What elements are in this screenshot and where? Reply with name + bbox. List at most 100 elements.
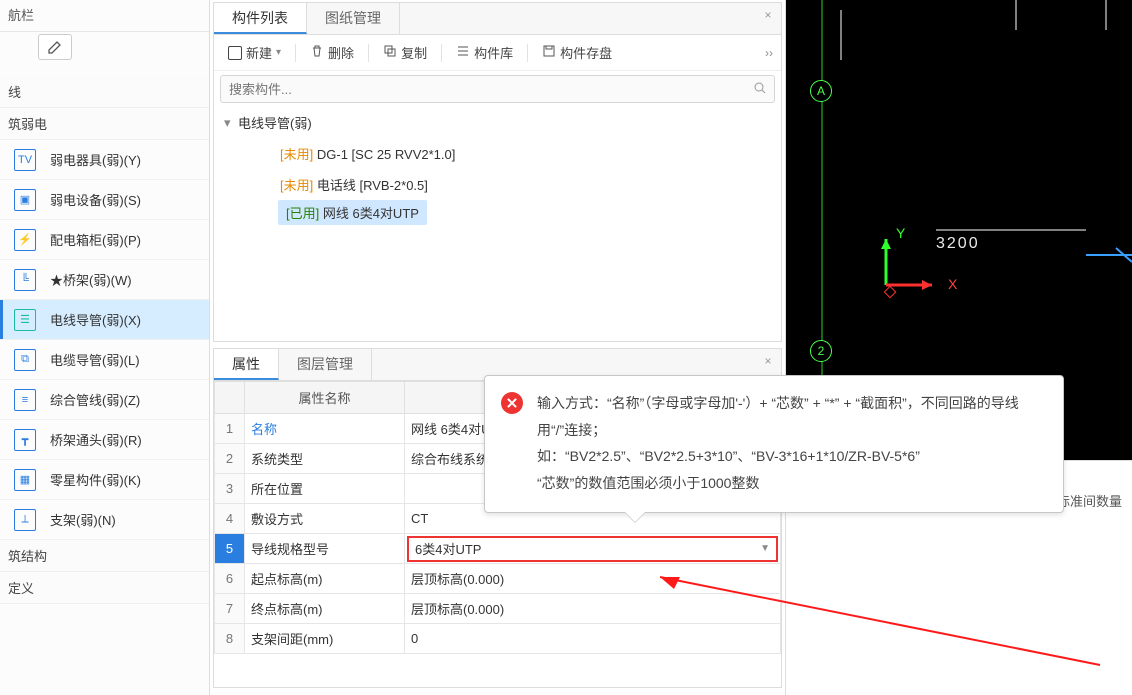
nav-item-label: 弱电设备(弱)(S) — [50, 190, 141, 209]
prop-row-name: 名称 — [245, 414, 405, 444]
search-icon[interactable] — [746, 81, 774, 98]
prop-row-idx: 3 — [215, 474, 245, 504]
lib-button[interactable]: 构件库 — [450, 40, 519, 65]
axis-y-label: Y — [896, 225, 905, 241]
combo-value: 6类4对UTP — [415, 539, 481, 558]
nav-item-label: ★桥架(弱)(W) — [50, 270, 132, 289]
nav-item-label: 电线导管(弱)(X) — [50, 310, 141, 329]
prop-row-idx: 2 — [215, 444, 245, 474]
nav-list: TV 弱电器具(弱)(Y) ▣ 弱电设备(弱)(S) ⚡配电箱柜(弱)(P) ╚ ★桥架(弱… — [0, 140, 209, 540]
prop-row-name: 终点标高(m) — [245, 594, 405, 624]
component-list-panel: × 构件列表 图纸管理 新建 ▾ 删除 复制 — [213, 2, 782, 342]
prop-row-value[interactable]: 0 — [405, 624, 781, 654]
nav-item-label: 综合管线(弱)(Z) — [50, 390, 140, 409]
prop-row-name: 敷设方式 — [245, 504, 405, 534]
combo-highlight[interactable]: 6类4对UTP ▼ — [407, 536, 778, 562]
tab-properties[interactable]: 属性 — [214, 349, 279, 380]
nav-item-icon: ⟂ — [14, 509, 36, 531]
component-toolbar: 新建 ▾ 删除 复制 构件库 — [214, 35, 781, 71]
save-button[interactable]: 构件存盘 — [536, 40, 618, 65]
prop-row-name: 所在位置 — [245, 474, 405, 504]
close-icon[interactable]: × — [761, 355, 775, 369]
tree-item-name: 网线 6类4对UTP — [323, 206, 419, 221]
tree-root[interactable]: ▾ 电线导管(弱) [未用] DG-1 [SC 25 RVV2*1.0][未用]… — [238, 113, 775, 225]
tab-layer-manage[interactable]: 图层管理 — [279, 349, 372, 380]
chevron-down-icon: ▾ — [276, 47, 281, 58]
prop-row-value[interactable]: 层顶标高(0.000) — [405, 594, 781, 624]
tree-item-tag: [未用] — [280, 147, 313, 162]
nav-item-icon: ▣ — [14, 189, 36, 211]
tooltip-line1: 输入方式：“名称”（字母或字母加'-'）+ “芯数” + “*” + “截面积”… — [537, 390, 1043, 443]
list-icon — [456, 44, 470, 61]
tree-item[interactable]: [已用] 网线 6类4对UTP — [278, 200, 427, 225]
dimension-text: 3200 — [936, 235, 980, 253]
tooltip-line3: “芯数”的数值范围必须小于1000整数 — [537, 470, 1043, 497]
tree-item[interactable]: [未用] 电话线 [RVB-2*0.5] — [278, 169, 775, 200]
tab-drawing-manage[interactable]: 图纸管理 — [307, 3, 400, 34]
save-icon — [542, 44, 556, 61]
nav-section-weak[interactable]: 筑弱电 — [0, 108, 209, 140]
nav-section-def[interactable]: 定义 — [0, 572, 209, 604]
prop-row-name: 起点标高(m) — [245, 564, 405, 594]
sidebar-item[interactable]: ▦ 零星构件(弱)(K) — [0, 460, 209, 500]
nav-item-icon: ┳ — [14, 429, 36, 451]
nav-item-icon: ▦ — [14, 469, 36, 491]
prop-row-value[interactable]: 层顶标高(0.000) — [405, 564, 781, 594]
nav-item-icon: ☰ — [14, 309, 36, 331]
prop-row-idx: 7 — [215, 594, 245, 624]
nav-item-icon: TV — [14, 149, 36, 171]
tree-item-tag: [未用] — [280, 178, 313, 193]
caret-down-icon: ▾ — [224, 115, 231, 131]
sidebar-item[interactable]: ┳桥架通头(弱)(R) — [0, 420, 209, 460]
nav-item-label: 零星构件(弱)(K) — [50, 470, 141, 489]
prop-row[interactable]: 5导线规格型号6类4对UTP▼ — [215, 534, 781, 564]
nav-section-struct[interactable]: 筑结构 — [0, 540, 209, 572]
right-header-label: 标准间数量 — [1057, 491, 1122, 510]
close-icon[interactable]: × — [761, 9, 775, 23]
col-idx — [215, 382, 245, 414]
col-attr-name: 属性名称 — [245, 382, 405, 414]
sidebar-item[interactable]: ⚡配电箱柜(弱)(P) — [0, 220, 209, 260]
toolbar-expand-icon[interactable]: ›› — [765, 46, 773, 60]
prop-row-name: 系统类型 — [245, 444, 405, 474]
tab-component-list[interactable]: 构件列表 — [214, 3, 307, 34]
sidebar-item[interactable]: ⧉电缆导管(弱)(L) — [0, 340, 209, 380]
prop-row-name: 导线规格型号 — [245, 534, 405, 564]
new-button[interactable]: 新建 ▾ — [222, 40, 287, 65]
nav-item-icon: ╚ — [14, 269, 36, 291]
search-input[interactable] — [221, 82, 746, 97]
nav-item-label: 支架(弱)(N) — [50, 510, 116, 529]
nav-item-icon: ≡ — [14, 389, 36, 411]
prop-row-value[interactable]: 6类4对UTP ▼ — [405, 534, 781, 564]
component-tabs: 构件列表 图纸管理 — [214, 3, 781, 35]
copy-icon — [383, 44, 397, 61]
tree-item-name: 电话线 [RVB-2*0.5] — [317, 178, 428, 193]
tree-item[interactable]: [未用] DG-1 [SC 25 RVV2*1.0] — [278, 138, 775, 169]
component-tree: ▾ 电线导管(弱) [未用] DG-1 [SC 25 RVV2*1.0][未用]… — [214, 107, 781, 235]
edit-button[interactable] — [38, 34, 72, 60]
delete-button[interactable]: 删除 — [304, 40, 360, 65]
sidebar-item[interactable]: ⟂ 支架(弱)(N) — [0, 500, 209, 540]
prop-row[interactable]: 7终点标高(m)层顶标高(0.000) — [215, 594, 781, 624]
sidebar-item[interactable]: ☰ 电线导管(弱)(X) — [0, 300, 209, 340]
nav-header: 航栏 — [0, 0, 209, 32]
sidebar-item[interactable]: TV 弱电器具(弱)(Y) — [0, 140, 209, 180]
chevron-down-icon[interactable]: ▼ — [752, 543, 770, 554]
nav-item-label: 弱电器具(弱)(Y) — [50, 150, 141, 169]
prop-row-name: 支架间距(mm) — [245, 624, 405, 654]
component-search[interactable] — [220, 75, 775, 103]
axis-marker-2: 2 — [810, 340, 832, 362]
axis-x-label: X — [948, 276, 957, 292]
copy-button[interactable]: 复制 — [377, 40, 433, 65]
prop-row-idx: 1 — [215, 414, 245, 444]
prop-row[interactable]: 6起点标高(m)层顶标高(0.000) — [215, 564, 781, 594]
nav-item-icon: ⧉ — [14, 349, 36, 371]
error-icon — [501, 392, 523, 414]
prop-row[interactable]: 8支架间距(mm)0 — [215, 624, 781, 654]
sidebar-item[interactable]: ≡ 综合管线(弱)(Z) — [0, 380, 209, 420]
sidebar-item[interactable]: ╚ ★桥架(弱)(W) — [0, 260, 209, 300]
tree-item-name: DG-1 [SC 25 RVV2*1.0] — [317, 147, 456, 162]
tree-root-label: 电线导管(弱) — [238, 116, 312, 131]
new-icon — [228, 46, 242, 60]
sidebar-item[interactable]: ▣ 弱电设备(弱)(S) — [0, 180, 209, 220]
